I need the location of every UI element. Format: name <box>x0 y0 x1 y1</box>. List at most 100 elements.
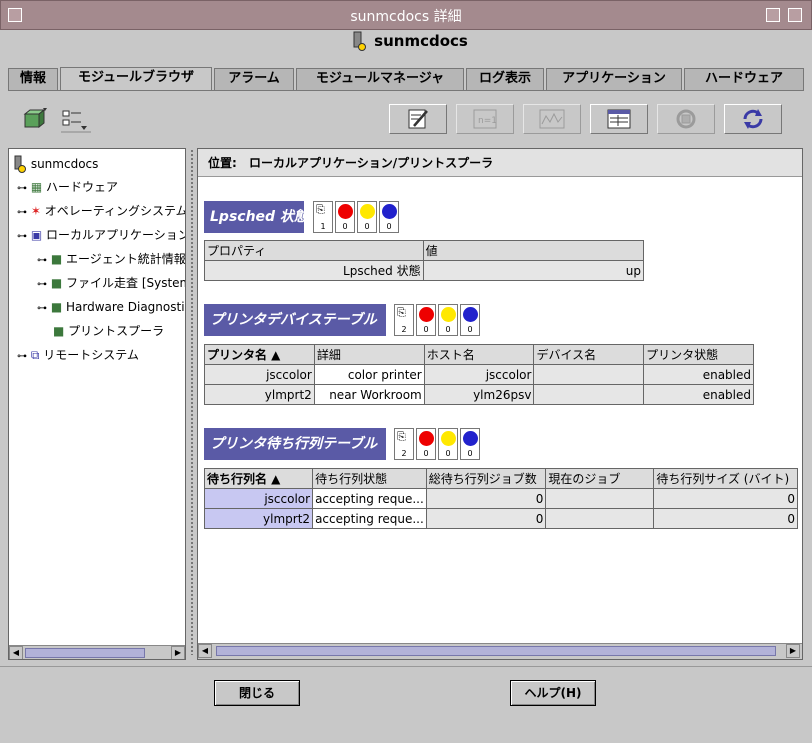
table-cell[interactable]: accepting reque... <box>312 488 427 509</box>
table-cell[interactable]: near Workroom <box>313 384 425 405</box>
window-menu-button[interactable] <box>8 8 22 22</box>
scroll-right-arrow-icon[interactable]: ▶ <box>786 644 800 658</box>
lpsched-table[interactable]: プロパティ 値 Lpsched 状態 up <box>204 240 645 281</box>
refresh-disabled-button[interactable] <box>657 104 715 134</box>
table-cell[interactable]: Lpsched 状態 <box>204 260 424 281</box>
module-tree[interactable]: sunmcdocs ⊶ ▦ ハードウェア ⊶ ✶ オペレーティングシステム ⊶ … <box>8 148 186 660</box>
detail-window-button[interactable] <box>590 104 648 134</box>
scroll-left-arrow-icon[interactable]: ◀ <box>198 644 212 658</box>
refresh-button[interactable] <box>724 104 782 134</box>
status-alert-box[interactable]: 0 <box>438 428 458 460</box>
table-cell[interactable] <box>533 384 645 405</box>
status-critical-box[interactable]: 0 <box>335 201 355 233</box>
tree-item-agent-stats[interactable]: ⊶ ■ エージェント統計情報 <box>37 249 185 269</box>
status-info-box[interactable]: ⎘ 2 <box>394 428 414 460</box>
probe-button[interactable]: n=1 <box>456 104 514 134</box>
expand-toggle-icon[interactable]: ⊶ <box>37 255 47 266</box>
table-cell[interactable] <box>545 488 655 509</box>
table-cell[interactable] <box>545 508 655 529</box>
column-header[interactable]: 値 <box>422 240 645 261</box>
expand-toggle-icon[interactable]: ⊶ <box>17 207 27 218</box>
expand-toggle-icon[interactable]: ⊶ <box>17 183 27 194</box>
column-header[interactable]: 待ち行列サイズ (バイト) <box>653 468 798 489</box>
module-view-button[interactable] <box>18 104 50 134</box>
print-queue-table[interactable]: 待ち行列名 ▲ 待ち行列状態 総待ち行列ジョブ数 現在のジョブ 待ち行列サイズ … <box>203 468 798 529</box>
table-cell[interactable]: 0 <box>653 508 798 529</box>
tab-alarms[interactable]: アラーム <box>214 68 294 90</box>
column-header[interactable]: プリンタ状態 <box>643 344 754 365</box>
scroll-thumb[interactable] <box>216 646 776 656</box>
table-cell[interactable]: enabled <box>643 364 754 385</box>
tab-applications[interactable]: アプリケーション <box>546 68 682 90</box>
tab-module-browser[interactable]: モジュールブラウザ <box>60 67 212 91</box>
close-button[interactable]: 閉じる <box>214 680 300 706</box>
expand-toggle-icon[interactable]: ⊶ <box>37 303 47 314</box>
table-cell[interactable]: ylmprt2 <box>203 508 314 529</box>
table-cell[interactable]: ylmprt2 <box>204 384 315 405</box>
column-header[interactable]: 詳細 <box>313 344 425 365</box>
scroll-right-arrow-icon[interactable]: ▶ <box>171 646 185 659</box>
graph-button[interactable] <box>523 104 581 134</box>
column-header[interactable]: ホスト名 <box>423 344 535 365</box>
table-row[interactable]: Lpsched 状態 up <box>204 260 645 281</box>
status-down-box[interactable]: 0 <box>460 428 480 460</box>
table-row[interactable]: jsccolor color printer jsccolor enabled <box>204 364 754 385</box>
expand-toggle-icon[interactable]: ⊶ <box>37 279 47 290</box>
tab-hardware[interactable]: ハードウェア <box>684 68 804 90</box>
column-header[interactable]: プリンタ名 ▲ <box>204 344 315 365</box>
table-row[interactable]: jsccolor accepting reque... 0 0 <box>203 488 798 509</box>
status-alert-box[interactable]: 0 <box>357 201 377 233</box>
tab-module-manager[interactable]: モジュールマネージャ <box>296 68 464 90</box>
table-cell[interactable]: jsccolor <box>423 364 535 385</box>
column-header[interactable]: 待ち行列名 ▲ <box>203 468 314 489</box>
table-cell[interactable]: 0 <box>425 508 547 529</box>
maximize-button[interactable] <box>788 8 802 22</box>
table-cell[interactable]: jsccolor <box>204 364 315 385</box>
column-header[interactable]: プロパティ <box>204 240 424 261</box>
status-critical-box[interactable]: 0 <box>416 428 436 460</box>
help-button[interactable]: ヘルプ(H) <box>510 680 596 706</box>
minimize-button[interactable] <box>766 8 780 22</box>
tree-view-button[interactable] <box>56 104 92 134</box>
tree-item-hardware[interactable]: ⊶ ▦ ハードウェア <box>17 177 118 197</box>
status-critical-box[interactable]: 0 <box>416 304 436 336</box>
tree-item-remote[interactable]: ⊶ ⧉ リモートシステム <box>17 345 139 365</box>
tree-item-label: オペレーティングシステム <box>44 204 186 218</box>
tree-item-print-spooler[interactable]: ■ プリントスプーラ <box>53 321 164 341</box>
tree-item-hardware-diag[interactable]: ⊶ ■ Hardware Diagnostic <box>37 297 185 317</box>
tab-info[interactable]: 情報 <box>8 68 58 90</box>
tab-log-view[interactable]: ログ表示 <box>466 68 544 90</box>
tree-root[interactable]: sunmcdocs <box>13 154 98 174</box>
table-cell[interactable]: 0 <box>653 488 798 509</box>
table-cell[interactable]: ylm26psv <box>423 384 535 405</box>
status-info-box[interactable]: ⎘ 2 <box>394 304 414 336</box>
tree-item-local-apps[interactable]: ⊶ ▣ ローカルアプリケーション <box>17 225 185 245</box>
status-alert-box[interactable]: 0 <box>438 304 458 336</box>
table-cell[interactable] <box>533 364 645 385</box>
column-header[interactable]: デバイス名 <box>533 344 645 365</box>
collapse-toggle-icon[interactable]: ⊶ <box>17 231 27 242</box>
edit-button[interactable] <box>389 104 447 134</box>
table-row[interactable]: ylmprt2 accepting reque... 0 0 <box>203 508 798 529</box>
status-down-box[interactable]: 0 <box>460 304 480 336</box>
column-header[interactable]: 現在のジョブ <box>545 468 655 489</box>
column-header[interactable]: 総待ち行列ジョブ数 <box>425 468 547 489</box>
scroll-thumb[interactable] <box>25 648 145 658</box>
tree-item-os[interactable]: ⊶ ✶ オペレーティングシステム <box>17 201 186 221</box>
table-cell[interactable]: jsccolor <box>203 488 314 509</box>
table-cell[interactable]: color printer <box>313 364 425 385</box>
status-down-box[interactable]: 0 <box>379 201 399 233</box>
scroll-left-arrow-icon[interactable]: ◀ <box>9 646 23 659</box>
table-cell[interactable]: 0 <box>425 488 547 509</box>
tree-hscrollbar[interactable]: ◀ ▶ <box>9 645 185 659</box>
printer-device-table[interactable]: プリンタ名 ▲ 詳細 ホスト名 デバイス名 プリンタ状態 jsccolor co… <box>204 344 754 405</box>
column-header[interactable]: 待ち行列状態 <box>312 468 427 489</box>
status-info-box[interactable]: ⎘ 1 <box>313 201 333 233</box>
table-cell[interactable]: accepting reque... <box>312 508 427 529</box>
expand-toggle-icon[interactable]: ⊶ <box>17 351 27 362</box>
tree-item-file-scan[interactable]: ⊶ ■ ファイル走査 [System <box>37 273 185 293</box>
table-row[interactable]: ylmprt2 near Workroom ylm26psv enabled <box>204 384 754 405</box>
table-cell[interactable]: up <box>422 260 645 281</box>
details-hscrollbar[interactable]: ◀ ▶ <box>198 643 802 659</box>
table-cell[interactable]: enabled <box>643 384 754 405</box>
